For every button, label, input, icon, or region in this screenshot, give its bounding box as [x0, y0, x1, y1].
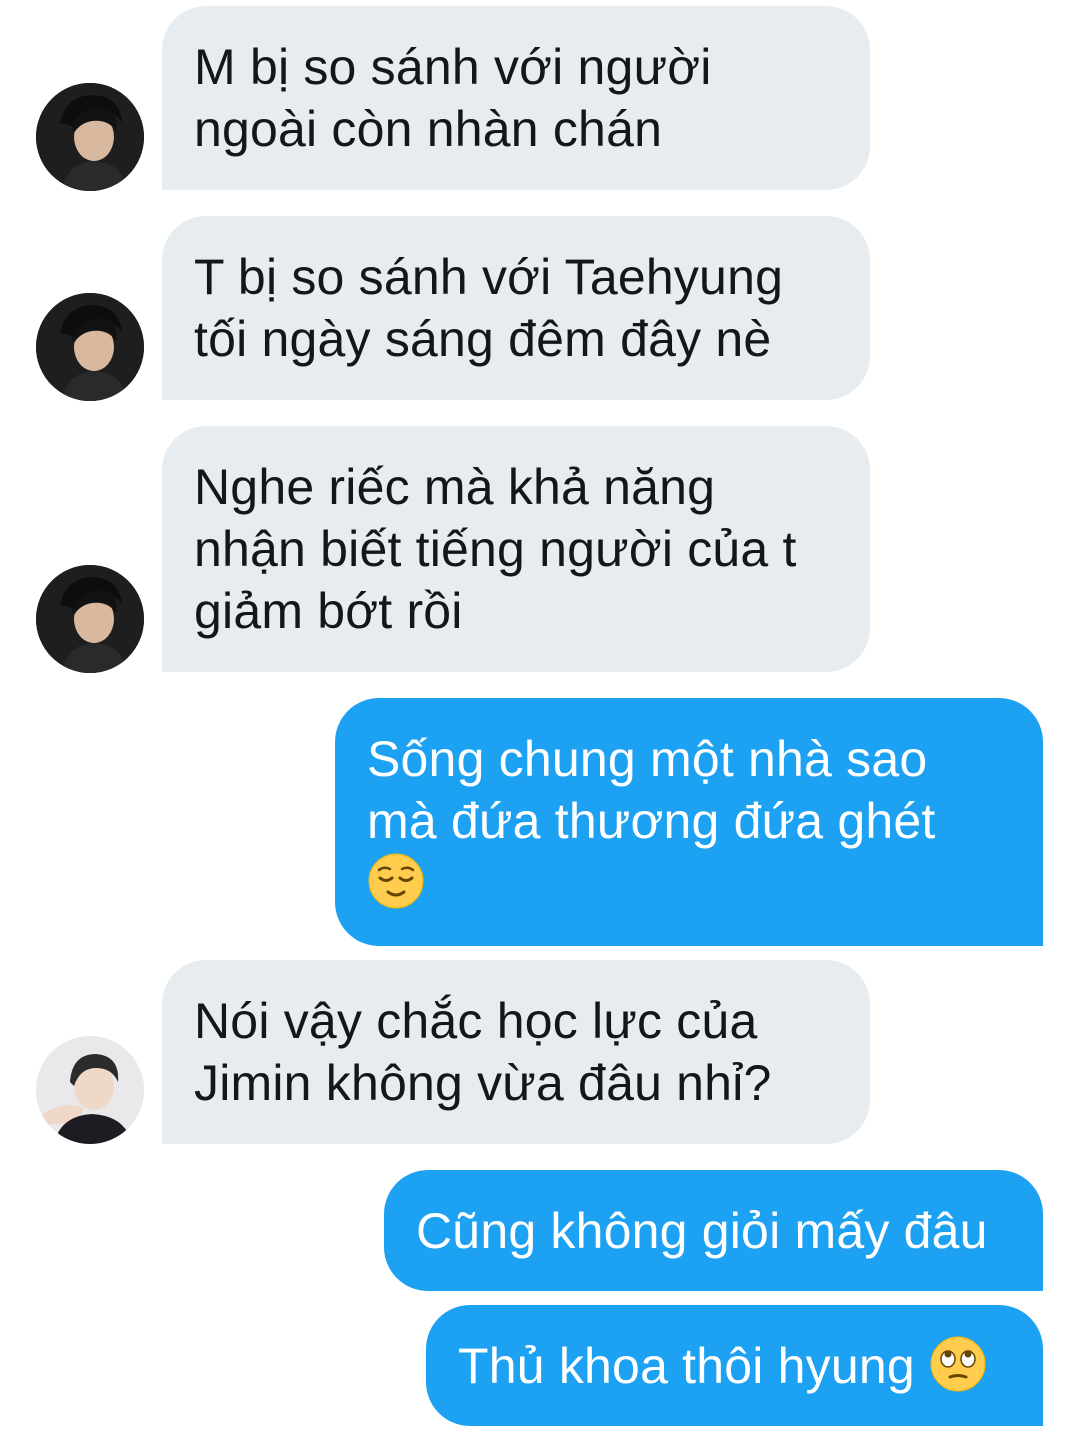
message-bubble-incoming[interactable]: Nghe riếc mà khả năng nhận biết tiếng ng…	[162, 426, 870, 672]
message-text: ngoài còn nhàn chán	[194, 101, 663, 157]
message-text: Sống chung một nhà sao	[367, 731, 928, 787]
message-text: Cũng không giỏi mấy đâu	[416, 1203, 988, 1259]
message-text: T bị so sánh với Taehyung	[194, 249, 784, 305]
message-text: giảm bớt rồi	[194, 583, 463, 639]
message-bubble-outgoing[interactable]: Cũng không giỏi mấy đâu	[384, 1170, 1043, 1291]
message-text: Nghe riếc mà khả năng	[194, 459, 716, 515]
message-text: mà đứa thương đứa ghét	[367, 793, 936, 849]
eye-roll-emoji-icon	[929, 1335, 987, 1393]
contact-avatar[interactable]	[36, 293, 144, 401]
message-text: Thủ khoa thôi hyung	[458, 1338, 915, 1394]
contact-avatar[interactable]	[36, 1036, 144, 1144]
message-text: M bị so sánh với người	[194, 39, 712, 95]
message-text: tối ngày sáng đêm đây nè	[194, 311, 772, 367]
relieved-face-emoji-icon	[367, 852, 425, 910]
message-text: nhận biết tiếng người của t	[194, 521, 797, 577]
message-text: Nói vậy chắc học lực của	[194, 993, 758, 1049]
message-bubble-outgoing[interactable]: Sống chung một nhà sao mà đứa thương đứa…	[335, 698, 1043, 946]
contact-avatar[interactable]	[36, 565, 144, 673]
message-text: Jimin không vừa đâu nhỉ?	[194, 1055, 772, 1111]
message-bubble-incoming[interactable]: Nói vậy chắc học lực của Jimin không vừa…	[162, 960, 870, 1144]
message-bubble-incoming[interactable]: T bị so sánh với Taehyung tối ngày sáng …	[162, 216, 870, 400]
message-bubble-outgoing[interactable]: Thủ khoa thôi hyung	[426, 1305, 1043, 1426]
message-bubble-incoming[interactable]: M bị so sánh với người ngoài còn nhàn ch…	[162, 6, 870, 190]
contact-avatar[interactable]	[36, 83, 144, 191]
